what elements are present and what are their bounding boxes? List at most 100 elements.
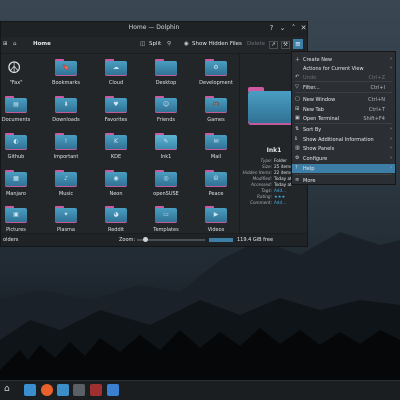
file-item[interactable]: ☮ Peace	[192, 169, 240, 205]
breadcrumb[interactable]: Home	[33, 41, 51, 47]
folder-emblem-icon: ▣	[13, 211, 19, 218]
menu-item[interactable]: ＋ Create New ›	[292, 55, 395, 64]
file-item[interactable]: 🔖 Bookmarks	[42, 58, 90, 94]
file-item[interactable]: ✎ Ink1	[142, 132, 190, 168]
file-item[interactable]: ⚙ Development	[192, 58, 240, 94]
hamburger-menu-icon[interactable]: ≡	[293, 39, 303, 49]
folder-icon: ✦	[55, 206, 77, 223]
tools-icon[interactable]: ⚒	[281, 41, 290, 49]
folder-emblem-icon: ☮	[213, 175, 219, 182]
menu-item[interactable]: ▢ New Window Ctrl+N	[292, 95, 395, 104]
menu-separator	[295, 174, 392, 175]
file-label: Github	[7, 154, 25, 160]
taskbar-discover-icon[interactable]	[107, 384, 119, 396]
close-button[interactable]: ✕	[299, 24, 308, 32]
menu-item[interactable]: ▥ Show Panels ›	[292, 144, 395, 153]
view-mode-icon[interactable]: ⊞	[3, 41, 8, 47]
file-label: KDE	[110, 154, 122, 160]
show-hidden-files-button[interactable]: Show Hidden Files	[192, 41, 242, 47]
submenu-arrow-icon: ›	[390, 126, 392, 132]
file-label: Cloud	[108, 80, 124, 86]
selected-folder-preview	[248, 87, 294, 125]
file-item[interactable]: K KDE	[92, 132, 140, 168]
split-button[interactable]: Split	[149, 41, 161, 47]
menu-item[interactable]: ⊞ New Tab Ctrl+T	[292, 105, 395, 114]
minimize-button[interactable]: ⌄	[278, 24, 287, 32]
submenu-arrow-icon: ›	[390, 155, 392, 161]
info-value: Today at	[274, 182, 292, 187]
folder-emblem-icon: ☺	[162, 101, 170, 108]
folder-emblem-icon: 🔖	[62, 64, 70, 71]
home-icon[interactable]: ⌂	[13, 41, 17, 47]
folder-emblem-icon: ✦	[63, 211, 69, 218]
file-label: Development	[199, 80, 233, 86]
maximize-button[interactable]: ˄	[289, 24, 298, 32]
file-item[interactable]: ◎ openSUSE	[142, 169, 190, 205]
submenu-arrow-icon: ›	[390, 165, 392, 171]
menu-item-icon: ?	[295, 165, 298, 171]
menu-item[interactable]: ↶ Undo Ctrl+Z	[292, 73, 395, 82]
file-label: Mail	[210, 154, 222, 160]
menu-item[interactable]: ▽ Filter... Ctrl+I	[292, 83, 395, 92]
zoom-slider-handle[interactable]	[143, 237, 148, 242]
folder-emblem-icon: ◕	[113, 211, 119, 218]
folder-icon: ◐	[5, 133, 27, 150]
menu-item[interactable]: ℹ Show Additional Information ›	[292, 135, 395, 144]
file-item[interactable]: ▤ Documents	[0, 95, 40, 131]
window-title: Home — Dolphin	[128, 24, 180, 31]
file-item[interactable]: ♪ Music	[42, 169, 90, 205]
file-item[interactable]: ☮ "Fax"	[0, 58, 40, 94]
file-item[interactable]: 🎮 Games	[192, 95, 240, 131]
folder-emblem-icon: ♥	[113, 101, 119, 108]
menu-item-shortcut: Ctrl+T	[368, 107, 385, 113]
info-value[interactable]: Add...	[274, 188, 286, 193]
submenu-arrow-icon: ›	[390, 145, 392, 151]
folder-icon: 🔖	[55, 59, 77, 76]
folder-icon: ♪	[55, 170, 77, 187]
file-item[interactable]: Desktop	[142, 58, 190, 94]
file-item[interactable]: ! Important	[42, 132, 90, 168]
menu-item[interactable]: ? Help ›	[292, 164, 395, 173]
taskbar-terminal-icon[interactable]	[73, 384, 85, 396]
menu-item[interactable]: Actions for Current View ›	[292, 64, 395, 73]
taskbar-firefox-icon[interactable]	[41, 384, 53, 396]
file-item[interactable]: ◉ Neon	[92, 169, 140, 205]
menu-item-label: More	[303, 178, 316, 184]
folder-icon: ⬇	[55, 96, 77, 113]
menu-item[interactable]: ▣ Open Terminal Shift+F4	[292, 114, 395, 123]
menu-item[interactable]: ⚙ Configure ›	[292, 154, 395, 163]
menu-item[interactable]: ≡ More	[292, 176, 395, 185]
menu-item-shortcut: Ctrl+N	[368, 97, 385, 103]
window-titlebar[interactable]: Home — Dolphin ? ⌄ ˄ ✕	[1, 22, 307, 37]
file-label: Peace	[208, 191, 224, 197]
file-label: Games	[207, 117, 225, 123]
file-label: Downloads	[52, 117, 80, 123]
delete-button[interactable]: Delete	[247, 41, 265, 47]
info-value: Today at	[274, 176, 292, 181]
folder-icon: ◎	[155, 170, 177, 187]
file-item[interactable]: ☁ Cloud	[92, 58, 140, 94]
folder-icon: ▣	[5, 206, 27, 223]
taskbar-launcher-icon[interactable]	[24, 384, 36, 396]
help-button[interactable]: ?	[267, 24, 276, 32]
menu-item-label: Configure	[303, 156, 328, 162]
file-item[interactable]: ▦ Manjaro	[0, 169, 40, 205]
application-launcher-icon[interactable]: ⌂	[4, 384, 10, 394]
taskbar-files-icon[interactable]	[57, 384, 69, 396]
menu-item[interactable]: ⇅ Sort By ›	[292, 125, 395, 134]
menu-item-label: New Tab	[303, 107, 324, 113]
info-value[interactable]: Add...	[274, 200, 286, 205]
hidden-files-icon: ◉	[184, 41, 189, 47]
file-item[interactable]: ⬇ Downloads	[42, 95, 90, 131]
file-label: Favorites	[104, 117, 128, 123]
menu-item-label: Help	[303, 166, 315, 172]
taskbar-app-icon[interactable]	[90, 384, 102, 396]
menu-item-shortcut: Shift+F4	[363, 116, 385, 122]
file-item[interactable]: ✉ Mail	[192, 132, 240, 168]
folder-emblem-icon: ✎	[163, 138, 169, 145]
file-item[interactable]: ☺ Friends	[142, 95, 190, 131]
file-item[interactable]: ◐ Github	[0, 132, 40, 168]
file-item[interactable]: ♥ Favorites	[92, 95, 140, 131]
open-external-icon[interactable]: ↗	[269, 41, 278, 49]
search-icon[interactable]: ⚲	[167, 41, 171, 47]
